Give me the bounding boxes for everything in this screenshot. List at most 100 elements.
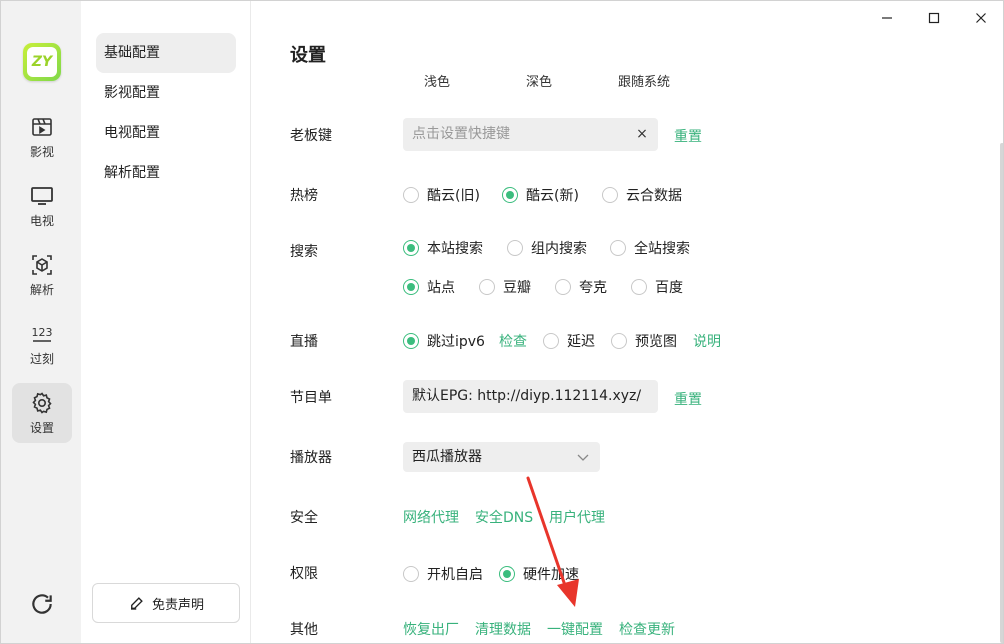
search-scope-all[interactable]: 全站搜索 <box>610 238 690 258</box>
theme-option-dark[interactable]: 深色 <box>526 71 552 87</box>
other-one-click-config-link[interactable]: 一键配置 <box>547 619 603 639</box>
search-label: 搜索 <box>290 244 318 260</box>
radio-label: 跳过ipv6 <box>427 334 485 350</box>
security-ua-link[interactable]: 用户代理 <box>549 507 605 527</box>
radio-dot <box>403 333 419 349</box>
player-label: 播放器 <box>290 450 332 466</box>
radio-label: 预览图 <box>635 334 677 350</box>
radio-label: 酷云(新) <box>526 188 579 204</box>
logo-text: ZY <box>27 47 57 77</box>
rail-item-filter[interactable]: 123 过刻 <box>12 314 72 374</box>
radio-label: 云合数据 <box>626 188 682 204</box>
icon-rail: ZY 影视 电视 解析 123 过刻 设置 <box>1 1 81 643</box>
radio-label: 硬件加速 <box>523 567 579 583</box>
radio-label: 本站搜索 <box>427 241 483 257</box>
rail-label: 过刻 <box>29 351 54 366</box>
subnav-item-tv[interactable]: 电视配置 <box>96 113 236 153</box>
scrollbar-thumb[interactable] <box>1000 143 1003 643</box>
radio-label: 全站搜索 <box>634 241 690 257</box>
rail-label: 设置 <box>29 420 54 435</box>
settings-subnav: 基础配置 影视配置 电视配置 解析配置 免责声明 <box>81 1 251 643</box>
radio-dot <box>403 240 419 256</box>
player-select[interactable]: 西瓜播放器 <box>403 442 600 472</box>
numbers-123-icon: 123 <box>32 326 53 342</box>
live-check-link[interactable]: 检查 <box>499 331 527 351</box>
permission-hw-accel[interactable]: 硬件加速 <box>499 564 579 584</box>
boss-key-input[interactable]: 点击设置快捷键 × <box>403 118 658 151</box>
radio-label: 组内搜索 <box>531 241 587 257</box>
radio-dot <box>611 333 627 349</box>
boss-key-reset-link[interactable]: 重置 <box>674 126 702 146</box>
rail-label: 电视 <box>29 213 54 228</box>
other-reset-factory-link[interactable]: 恢复出厂 <box>403 619 459 639</box>
search-source-douban[interactable]: 豆瓣 <box>479 277 531 297</box>
radio-dot <box>507 240 523 256</box>
rail-item-parse[interactable]: 解析 <box>12 245 72 305</box>
search-source-quark[interactable]: 夸克 <box>555 277 607 297</box>
search-scope-group[interactable]: 组内搜索 <box>507 238 587 258</box>
radio-dot <box>499 566 515 582</box>
theme-options-partial: 浅色 深色 跟随系统 <box>422 69 722 87</box>
live-preview[interactable]: 预览图 <box>611 331 677 351</box>
other-check-update-link[interactable]: 检查更新 <box>619 619 675 639</box>
rail-label: 影视 <box>29 144 54 159</box>
gear-icon <box>32 391 52 414</box>
security-proxy-link[interactable]: 网络代理 <box>403 507 459 527</box>
tv-icon <box>31 186 53 205</box>
hot-option-kuyun-old[interactable]: 酷云(旧) <box>403 185 480 205</box>
theme-option-system[interactable]: 跟随系统 <box>618 71 670 87</box>
radio-label: 站点 <box>427 280 455 296</box>
clear-icon[interactable]: × <box>634 118 650 151</box>
security-label: 安全 <box>290 510 318 526</box>
settings-content: 设置 浅色 深色 跟随系统 老板键 点击设置快捷键 × 重置 热榜 酷云(旧) … <box>252 1 1003 643</box>
search-source-site[interactable]: 站点 <box>403 277 455 297</box>
live-label: 直播 <box>290 334 318 350</box>
epg-label: 节目单 <box>290 390 332 406</box>
subnav-item-basic[interactable]: 基础配置 <box>96 33 236 73</box>
radio-dot <box>555 279 571 295</box>
radio-dot <box>403 566 419 582</box>
radio-dot <box>403 187 419 203</box>
app-logo: ZY <box>23 43 61 81</box>
rail-item-settings[interactable]: 设置 <box>12 383 72 443</box>
epg-input[interactable]: 默认EPG: http://diyp.112114.xyz/ <box>403 380 658 413</box>
page-title: 设置 <box>290 45 326 66</box>
refresh-icon[interactable] <box>29 591 55 617</box>
other-clear-data-link[interactable]: 清理数据 <box>475 619 531 639</box>
subnav-item-parse[interactable]: 解析配置 <box>96 153 236 193</box>
radio-dot <box>479 279 495 295</box>
disclaimer-label: 免责声明 <box>151 597 204 613</box>
search-source-baidu[interactable]: 百度 <box>631 277 683 297</box>
permission-label: 权限 <box>290 566 318 582</box>
hot-label: 热榜 <box>290 188 318 204</box>
live-skip-ipv6[interactable]: 跳过ipv6 <box>403 331 485 351</box>
boss-key-label: 老板键 <box>290 128 332 144</box>
player-selected: 西瓜播放器 <box>412 449 482 465</box>
hot-option-kuyun-new[interactable]: 酷云(新) <box>502 185 579 205</box>
scan-cube-icon <box>32 254 52 275</box>
permission-autostart[interactable]: 开机自启 <box>403 564 483 584</box>
radio-dot <box>502 187 518 203</box>
radio-dot <box>610 240 626 256</box>
search-scope-site[interactable]: 本站搜索 <box>403 238 483 258</box>
app-window: ZY 影视 电视 解析 123 过刻 设置 基础配置 影视配置 电视配置 解析配… <box>0 0 1004 644</box>
svg-text:123: 123 <box>32 326 53 339</box>
radio-dot <box>631 279 647 295</box>
epg-reset-link[interactable]: 重置 <box>674 389 702 409</box>
live-delay[interactable]: 延迟 <box>543 331 595 351</box>
rail-item-film[interactable]: 影视 <box>12 107 72 167</box>
hot-option-yunhe[interactable]: 云合数据 <box>602 185 682 205</box>
radio-label: 百度 <box>655 280 683 296</box>
subnav-item-film[interactable]: 影视配置 <box>96 73 236 113</box>
film-clapper-icon <box>32 117 52 136</box>
radio-label: 夸克 <box>579 280 607 296</box>
chevron-down-icon <box>577 454 589 461</box>
theme-option-light[interactable]: 浅色 <box>424 71 450 87</box>
radio-dot <box>543 333 559 349</box>
radio-label: 酷云(旧) <box>427 188 480 204</box>
rail-item-tv[interactable]: 电视 <box>12 176 72 236</box>
live-explain-link[interactable]: 说明 <box>693 331 721 351</box>
disclaimer-button[interactable]: 免责声明 <box>92 583 240 623</box>
other-label: 其他 <box>290 622 318 638</box>
security-dns-link[interactable]: 安全DNS <box>475 507 533 527</box>
